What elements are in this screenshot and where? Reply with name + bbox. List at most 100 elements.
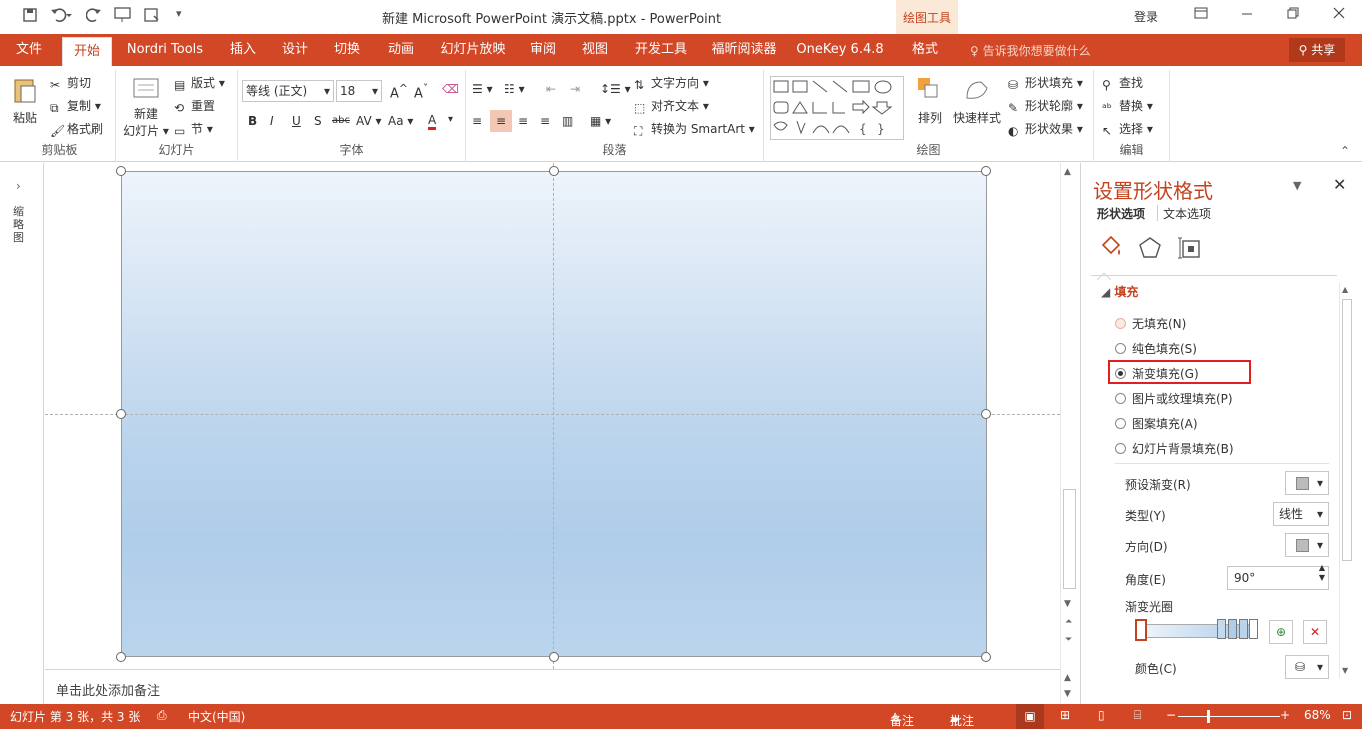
- customize-icon[interactable]: [144, 7, 160, 27]
- resize-handle-top-right[interactable]: [981, 166, 991, 176]
- tab-review[interactable]: 审阅: [522, 34, 564, 66]
- font-name-combo[interactable]: 等线 (正文) ▾: [242, 80, 334, 102]
- cut-button[interactable]: ✂ 剪切: [50, 74, 91, 92]
- format-pane-scrollbar[interactable]: ▲ ▼: [1339, 283, 1353, 678]
- bullets-icon[interactable]: ☰ ▾: [472, 82, 493, 96]
- align-text-button[interactable]: ⬚ 对齐文本 ▾: [634, 97, 709, 115]
- shrink-font-icon[interactable]: Aˇ: [414, 82, 428, 101]
- zoom-slider[interactable]: [1178, 716, 1280, 717]
- scroll-thumb[interactable]: [1063, 489, 1076, 589]
- zoom-in-icon[interactable]: +: [1280, 708, 1290, 722]
- expand-chevron-icon[interactable]: ›: [16, 179, 21, 193]
- char-spacing-icon[interactable]: AV ▾: [356, 114, 382, 128]
- align-center-icon[interactable]: ≡: [490, 110, 512, 132]
- qat-dropdown-icon[interactable]: ▾: [176, 7, 182, 27]
- underline-icon[interactable]: U: [292, 114, 301, 128]
- notes-scrollbar[interactable]: ▲ ▼: [1060, 669, 1079, 704]
- restore-icon[interactable]: [1286, 6, 1300, 24]
- language-indicator[interactable]: 中文(中国): [188, 708, 245, 725]
- normal-view-icon[interactable]: ▣: [1016, 704, 1044, 729]
- scroll-down-icon[interactable]: ▼: [1064, 599, 1071, 609]
- numbering-icon[interactable]: ☷ ▾: [504, 82, 525, 96]
- arrange-button[interactable]: 排列: [914, 76, 946, 126]
- zoom-out-icon[interactable]: −: [1166, 708, 1176, 722]
- spellcheck-icon[interactable]: ⎙: [157, 708, 167, 723]
- resize-handle-right[interactable]: [981, 409, 991, 419]
- chevron-down-icon[interactable]: ▾: [448, 114, 453, 125]
- resize-handle-top-left[interactable]: [116, 166, 126, 176]
- new-slide-button[interactable]: 新建 幻灯片 ▾: [122, 76, 170, 139]
- login-link[interactable]: 登录: [1134, 8, 1158, 25]
- share-button[interactable]: ⚲ 共享: [1289, 38, 1345, 62]
- size-properties-icon[interactable]: [1177, 235, 1203, 264]
- scroll-thumb[interactable]: [1342, 299, 1352, 561]
- shape-fill-button[interactable]: ⛁ 形状填充 ▾: [1008, 74, 1083, 92]
- shape-effects-button[interactable]: ◐ 形状效果 ▾: [1008, 120, 1083, 138]
- remove-gradient-stop-icon[interactable]: ✕: [1303, 620, 1327, 644]
- fill-line-icon[interactable]: [1097, 235, 1123, 264]
- radio-no-fill[interactable]: 无填充(N): [1115, 315, 1186, 332]
- angle-input[interactable]: 90° ▲ ▼: [1227, 563, 1329, 590]
- pane-options-icon[interactable]: ▼: [1293, 179, 1301, 192]
- fit-to-window-icon[interactable]: ⊡: [1342, 708, 1352, 722]
- radio-pattern-fill[interactable]: 图案填充(A): [1115, 415, 1198, 432]
- shadow-icon[interactable]: S: [314, 114, 322, 128]
- effects-pentagon-icon[interactable]: [1137, 235, 1163, 264]
- clear-formatting-icon[interactable]: ⌫: [442, 82, 459, 96]
- slideshow-view-icon[interactable]: ⌸: [1134, 708, 1141, 723]
- tab-nordri-tools[interactable]: Nordri Tools: [118, 34, 212, 66]
- font-size-combo[interactable]: 18 ▾: [336, 80, 382, 102]
- gradient-stop[interactable]: [1249, 619, 1258, 639]
- radio-picture-fill[interactable]: 图片或纹理填充(P): [1115, 390, 1233, 407]
- spinner-icon[interactable]: ▲ ▼: [1319, 563, 1325, 583]
- add-gradient-stop-icon[interactable]: ⊕: [1269, 620, 1293, 644]
- fill-section-header[interactable]: ◢ 填充: [1101, 283, 1138, 300]
- decrease-indent-icon[interactable]: ⇤: [546, 82, 556, 96]
- line-spacing-icon[interactable]: ↕☰ ▾: [600, 82, 631, 96]
- paste-button[interactable]: 粘贴: [10, 76, 40, 126]
- shapes-gallery[interactable]: {}: [770, 76, 904, 140]
- align-right-icon[interactable]: ≡: [518, 114, 528, 128]
- zoom-level[interactable]: 68%: [1304, 708, 1331, 722]
- tab-view[interactable]: 视图: [574, 34, 616, 66]
- distributed-icon[interactable]: ▥: [562, 114, 573, 128]
- slide-vertical-scrollbar[interactable]: ▲ ▼ ⏶ ⏷: [1060, 163, 1079, 669]
- tab-home[interactable]: 开始: [62, 37, 112, 66]
- italic-icon[interactable]: I: [270, 114, 274, 128]
- find-button[interactable]: ⚲ 查找: [1102, 74, 1143, 92]
- scroll-up-icon[interactable]: ▲: [1064, 673, 1071, 683]
- gradient-stop-selected[interactable]: [1135, 619, 1147, 641]
- resize-handle-left[interactable]: [116, 409, 126, 419]
- minimize-icon[interactable]: [1240, 6, 1254, 24]
- type-dropdown[interactable]: 线性 ▾: [1273, 502, 1329, 526]
- replace-button[interactable]: ᵃᵇ 替换 ▾: [1102, 97, 1153, 115]
- save-icon[interactable]: [22, 7, 38, 27]
- tab-developer[interactable]: 开发工具: [628, 34, 694, 66]
- tab-foxit-reader[interactable]: 福昕阅读器: [704, 34, 784, 66]
- undo-icon[interactable]: [50, 7, 72, 27]
- radio-slide-background-fill[interactable]: 幻灯片背景填充(B): [1115, 440, 1234, 457]
- grow-font-icon[interactable]: A^: [390, 82, 408, 101]
- presentation-icon[interactable]: [114, 7, 132, 27]
- align-left-icon[interactable]: ≡: [472, 114, 482, 128]
- scroll-up-icon[interactable]: ▲: [1064, 167, 1071, 177]
- direction-dropdown[interactable]: ▾: [1285, 533, 1329, 557]
- previous-slide-icon[interactable]: ⏶: [1065, 617, 1072, 627]
- scroll-down-icon[interactable]: ▼: [1064, 689, 1071, 699]
- format-painter-button[interactable]: 🖌 格式刷: [50, 120, 103, 138]
- font-color-icon[interactable]: A: [428, 113, 437, 130]
- scroll-down-icon[interactable]: ▼: [1342, 666, 1348, 675]
- redo-icon[interactable]: [85, 7, 102, 27]
- text-direction-button[interactable]: ⇅ 文字方向 ▾: [634, 74, 709, 92]
- tab-design[interactable]: 设计: [274, 34, 316, 66]
- reading-view-icon[interactable]: ▯: [1098, 708, 1105, 722]
- radio-solid-fill[interactable]: 纯色填充(S): [1115, 340, 1197, 357]
- increase-indent-icon[interactable]: ⇥: [570, 82, 580, 96]
- change-case-icon[interactable]: Aa ▾: [388, 114, 413, 128]
- next-slide-icon[interactable]: ⏷: [1065, 635, 1072, 645]
- close-window-icon[interactable]: [1332, 6, 1346, 24]
- quick-styles-button[interactable]: 快速样式: [952, 76, 1002, 126]
- close-pane-icon[interactable]: ✕: [1333, 175, 1346, 194]
- gradient-stop[interactable]: [1239, 619, 1248, 639]
- gradient-stop[interactable]: [1228, 619, 1237, 639]
